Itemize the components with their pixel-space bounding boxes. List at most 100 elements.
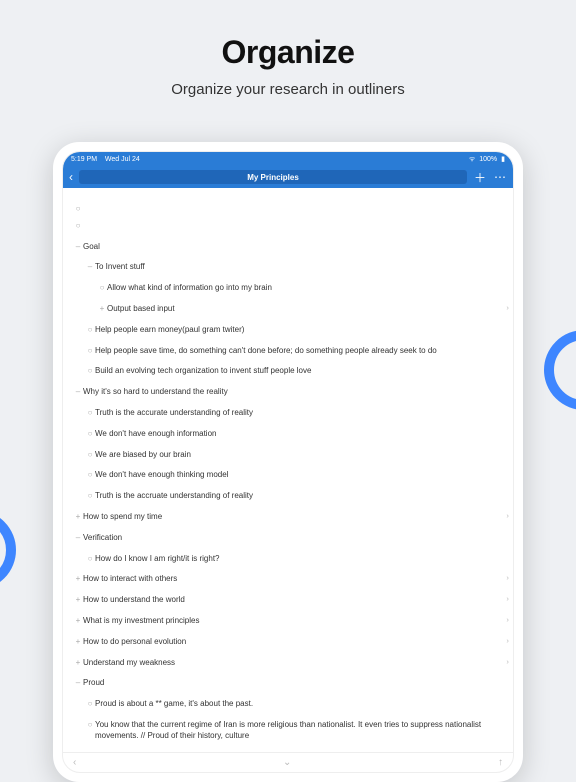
statusbar-right: ᯤ 100% ▮ xyxy=(469,155,505,164)
statusbar-battery: 100% xyxy=(479,156,497,163)
dash-bullet-icon[interactable]: – xyxy=(73,387,83,398)
plus-bullet-icon[interactable]: + xyxy=(73,512,83,523)
chevron-right-icon[interactable]: ›› xyxy=(506,512,507,521)
device-frame: 5:19 PM Wed Jul 24 ᯤ 100% ▮ ‹ My Princip… xyxy=(53,142,523,782)
dot-bullet-icon[interactable]: ○ xyxy=(85,325,95,336)
dot-bullet-icon[interactable]: ○ xyxy=(85,491,95,502)
outline-row[interactable]: ○ xyxy=(67,204,509,215)
app-screen: 5:19 PM Wed Jul 24 ᯤ 100% ▮ ‹ My Princip… xyxy=(62,151,514,773)
outline-text: Proud is about a ** game, it's about the… xyxy=(95,699,509,710)
hero-subtitle: Organize your research in outliners xyxy=(0,81,576,98)
plus-bullet-icon[interactable]: + xyxy=(97,304,107,315)
chevron-right-icon[interactable]: ›› xyxy=(506,574,507,583)
outline-row[interactable]: +Output based input›› xyxy=(67,304,509,315)
statusbar-time: 5:19 PM xyxy=(71,156,97,163)
toolbar-back-icon[interactable]: ‹ xyxy=(73,757,76,768)
decor-ring-left xyxy=(0,510,16,590)
dot-bullet-icon[interactable]: ○ xyxy=(85,450,95,461)
outline-text: Why it's so hard to understand the reali… xyxy=(83,387,509,398)
dash-bullet-icon[interactable]: – xyxy=(85,262,95,273)
dot-bullet-icon[interactable]: ○ xyxy=(97,283,107,294)
outline-row[interactable]: +What is my investment principles›› xyxy=(67,616,509,627)
plus-bullet-icon[interactable]: + xyxy=(73,595,83,606)
chevron-right-icon[interactable]: ›› xyxy=(506,595,507,604)
outline-row[interactable]: –Goal xyxy=(67,242,509,253)
toolbar-collapse-icon[interactable]: ⌄ xyxy=(283,757,291,768)
outline-text: Verification xyxy=(83,533,509,544)
outline-row[interactable]: ○You know that the current regime of Ira… xyxy=(67,720,509,742)
outline-row[interactable]: –To Invent stuff xyxy=(67,262,509,273)
more-button[interactable]: ⋯ xyxy=(493,170,507,184)
statusbar-date: Wed Jul 24 xyxy=(105,156,140,163)
outline-text: Understand my weakness xyxy=(83,658,509,669)
chevron-right-icon[interactable]: ›› xyxy=(506,304,507,313)
dot-bullet-icon[interactable]: ○ xyxy=(85,346,95,357)
outline-row[interactable]: –Proud xyxy=(67,678,509,689)
outline-row[interactable]: ○Truth is the accurate understanding of … xyxy=(67,408,509,419)
dot-bullet-icon[interactable]: ○ xyxy=(73,204,83,215)
decor-ring-right xyxy=(544,330,576,410)
outline-row[interactable]: ○Allow what kind of information go into … xyxy=(67,283,509,294)
plus-bullet-icon[interactable]: + xyxy=(73,637,83,648)
outline-content[interactable]: ○○–Goal–To Invent stuff○Allow what kind … xyxy=(63,188,513,752)
dot-bullet-icon[interactable]: ○ xyxy=(85,366,95,377)
outline-text: To Invent stuff xyxy=(95,262,509,273)
dash-bullet-icon[interactable]: – xyxy=(73,678,83,689)
outline-row[interactable]: ○Truth is the accruate understanding of … xyxy=(67,491,509,502)
outline-row[interactable]: +How to spend my time›› xyxy=(67,512,509,523)
dot-bullet-icon[interactable]: ○ xyxy=(85,699,95,710)
outline-text: What is my investment principles xyxy=(83,616,509,627)
wifi-icon: ᯤ xyxy=(469,155,475,164)
outline-row[interactable]: ○Help people earn money(paul gram twiter… xyxy=(67,325,509,336)
dot-bullet-icon[interactable]: ○ xyxy=(85,720,95,731)
outline-text: Build an evolving tech organization to i… xyxy=(95,366,509,377)
outline-text: Allow what kind of information go into m… xyxy=(107,283,509,294)
back-button[interactable]: ‹ xyxy=(69,170,73,184)
outline-text: Truth is the accurate understanding of r… xyxy=(95,408,509,419)
hero: Organize Organize your research in outli… xyxy=(0,0,576,98)
outline-row[interactable]: +How to understand the world›› xyxy=(67,595,509,606)
outline-text: Goal xyxy=(83,242,509,253)
dot-bullet-icon[interactable]: ○ xyxy=(85,408,95,419)
plus-bullet-icon[interactable]: + xyxy=(73,616,83,627)
nav-title-label: My Principles xyxy=(247,173,299,182)
outline-text: How to interact with others xyxy=(83,574,509,585)
dot-bullet-icon[interactable]: ○ xyxy=(73,221,83,232)
outline-text: Help people earn money(paul gram twiter) xyxy=(95,325,509,336)
add-button[interactable]: ＋ xyxy=(473,169,487,186)
outline-row[interactable]: ○Build an evolving tech organization to … xyxy=(67,366,509,377)
dot-bullet-icon[interactable]: ○ xyxy=(85,429,95,440)
outline-row[interactable]: +Understand my weakness›› xyxy=(67,658,509,669)
toolbar-share-icon[interactable]: ↑ xyxy=(498,757,503,768)
battery-icon: ▮ xyxy=(501,155,505,163)
outline-row[interactable]: –Verification xyxy=(67,533,509,544)
plus-bullet-icon[interactable]: + xyxy=(73,658,83,669)
plus-bullet-icon[interactable]: + xyxy=(73,574,83,585)
hero-title: Organize xyxy=(0,34,576,71)
outline-text: You know that the current regime of Iran… xyxy=(95,720,509,742)
outline-row[interactable]: ○We are biased by our brain xyxy=(67,450,509,461)
dot-bullet-icon[interactable]: ○ xyxy=(85,554,95,565)
statusbar-left: 5:19 PM Wed Jul 24 xyxy=(71,156,140,163)
outline-text: How to do personal evolution xyxy=(83,637,509,648)
outline-row[interactable]: –Why it's so hard to understand the real… xyxy=(67,387,509,398)
dash-bullet-icon[interactable]: – xyxy=(73,533,83,544)
dot-bullet-icon[interactable]: ○ xyxy=(85,470,95,481)
chevron-right-icon[interactable]: ›› xyxy=(506,658,507,667)
outline-row[interactable]: ○Proud is about a ** game, it's about th… xyxy=(67,699,509,710)
chevron-right-icon[interactable]: ›› xyxy=(506,637,507,646)
outline-row[interactable]: ○Help people save time, do something can… xyxy=(67,346,509,357)
outline-row[interactable]: +How to interact with others›› xyxy=(67,574,509,585)
nav-title[interactable]: My Principles xyxy=(79,170,467,184)
outline-row[interactable]: ○We don't have enough thinking model xyxy=(67,470,509,481)
bottom-toolbar: ‹ ⌄ ↑ xyxy=(63,752,513,772)
chevron-right-icon[interactable]: ›› xyxy=(506,616,507,625)
outline-text: Output based input xyxy=(107,304,509,315)
outline-row[interactable]: ○How do I know I am right/it is right? xyxy=(67,554,509,565)
outline-row[interactable]: ○We don't have enough information xyxy=(67,429,509,440)
outline-row[interactable]: +How to do personal evolution›› xyxy=(67,637,509,648)
outline-row[interactable]: ○ xyxy=(67,221,509,232)
dash-bullet-icon[interactable]: – xyxy=(73,242,83,253)
outline-text: Help people save time, do something can'… xyxy=(95,346,509,357)
status-bar: 5:19 PM Wed Jul 24 ᯤ 100% ▮ xyxy=(63,152,513,166)
